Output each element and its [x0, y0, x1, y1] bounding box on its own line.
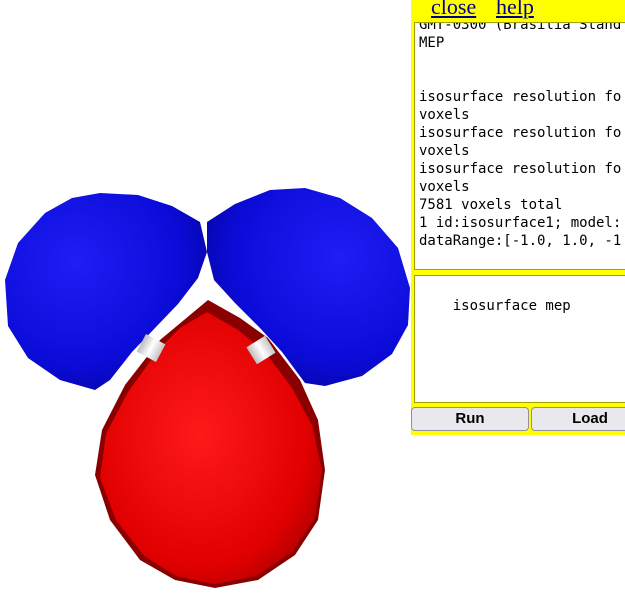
- help-link[interactable]: help: [496, 0, 534, 20]
- script-console: close help GMT-0300 (Brasilia Stand MEP i…: [411, 0, 625, 435]
- console-output-line: GMT-0300 (Brasilia Stand: [419, 22, 622, 33]
- console-output-line: isosurface resolution fo: [419, 89, 622, 105]
- console-output-line: 7581 voxels total: [419, 197, 563, 213]
- isosurface-render: [5, 188, 410, 588]
- run-button[interactable]: Run: [411, 407, 529, 431]
- console-input[interactable]: isosurface mep: [414, 275, 625, 403]
- console-output[interactable]: GMT-0300 (Brasilia Stand MEP isosurface r…: [414, 22, 625, 270]
- close-link[interactable]: close: [431, 0, 476, 20]
- console-output-line: isosurface resolution fo: [419, 161, 622, 177]
- console-output-line: voxels: [419, 179, 470, 195]
- console-output-line: isosurface resolution fo: [419, 125, 622, 141]
- molecule-viewer[interactable]: [0, 0, 411, 590]
- console-output-line: dataRange:[-1.0, 1.0, -1: [419, 233, 622, 249]
- console-input-text: isosurface mep: [452, 298, 571, 314]
- console-output-line: voxels: [419, 143, 470, 159]
- console-output-text: GMT-0300 (Brasilia Stand MEP isosurface r…: [419, 22, 622, 250]
- load-button[interactable]: Load: [531, 407, 625, 431]
- console-header: close help: [411, 0, 625, 21]
- console-output-line: MEP: [419, 35, 445, 51]
- console-output-line: voxels: [419, 107, 470, 123]
- console-output-line: 1 id:isosurface1; model:: [419, 215, 622, 231]
